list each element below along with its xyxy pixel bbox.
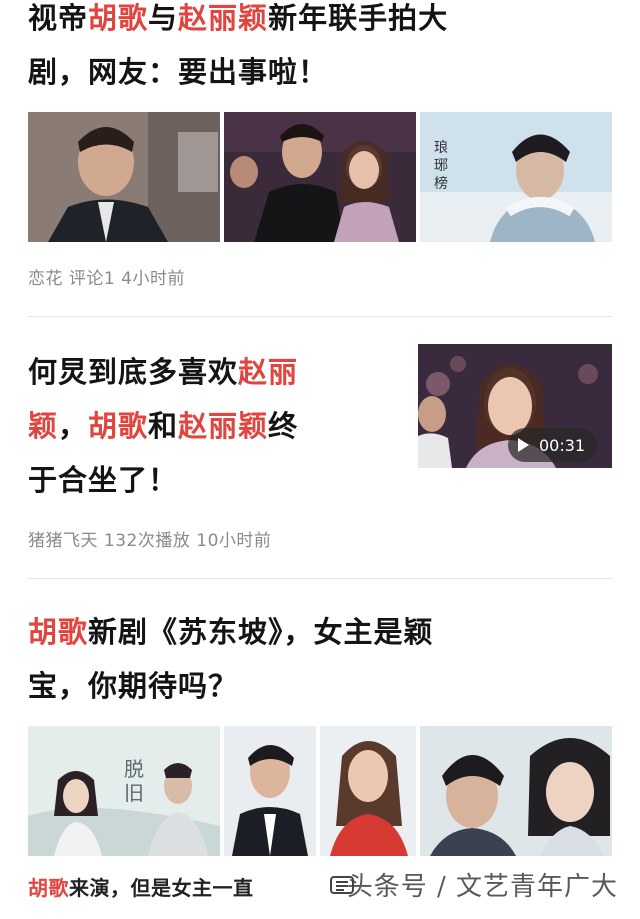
svg-text:旧: 旧 <box>124 781 144 805</box>
title-text: ， <box>58 409 89 443</box>
article-3-snippet: 胡歌来演，但是女主一直 <box>28 872 254 901</box>
article-2-title-line-1[interactable]: 何炅到底多喜欢赵丽 <box>28 344 298 400</box>
article-3-image-1[interactable]: 脱 旧 <box>28 726 220 856</box>
divider <box>28 316 612 317</box>
article-3-title-line-1[interactable]: 胡歌新剧《苏东坡》，女主是颖 <box>28 604 434 660</box>
video-duration: 00:31 <box>539 435 586 455</box>
snippet-text: 来演，但是女主一直 <box>69 876 254 900</box>
svg-text:榜: 榜 <box>434 175 448 192</box>
title-highlight: 赵丽 <box>238 355 299 389</box>
watermark: 头条号 / 文艺青年广大 <box>346 872 618 902</box>
title-highlight: 颖 <box>28 409 59 443</box>
title-highlight: 胡歌 <box>28 615 89 649</box>
title-highlight: 胡歌 <box>88 409 149 443</box>
svg-text:琅: 琅 <box>434 140 448 156</box>
article-3-image-3[interactable] <box>320 726 416 856</box>
article-3-image-4[interactable] <box>420 726 612 856</box>
title-text: 视帝 <box>28 1 89 35</box>
title-text: 和 <box>148 409 179 443</box>
svg-text:脱: 脱 <box>124 757 144 781</box>
article-2-title-line-2[interactable]: 颖，胡歌和赵丽颖终 <box>28 398 298 454</box>
article-2-meta: 猪猪飞天 132次播放 10小时前 <box>28 531 272 551</box>
video-duration-badge: 00:31 <box>508 428 598 462</box>
article-1-image-1[interactable] <box>28 112 220 242</box>
title-highlight: 赵丽颖 <box>178 1 269 35</box>
article-1-title-line-1[interactable]: 视帝胡歌与赵丽颖新年联手拍大 <box>28 0 448 46</box>
article-1-image-2[interactable] <box>224 112 416 242</box>
title-text: 新剧《苏东坡》，女主是颖 <box>88 615 434 649</box>
article-3-title-line-2[interactable]: 宝，你期待吗？ <box>28 658 238 714</box>
title-text: 与 <box>148 1 179 35</box>
title-text: 终 <box>268 409 299 443</box>
snippet-highlight: 胡歌 <box>28 876 69 900</box>
article-1-title-line-2[interactable]: 剧，网友：要出事啦！ <box>28 44 328 100</box>
article-2-title-line-3[interactable]: 于合坐了！ <box>28 452 178 508</box>
title-text: 何炅到底多喜欢 <box>28 355 239 389</box>
divider <box>28 578 612 579</box>
article-3-image-2[interactable] <box>224 726 316 856</box>
title-highlight: 胡歌 <box>88 1 149 35</box>
title-highlight: 赵丽颖 <box>178 409 269 443</box>
title-text: 新年联手拍大 <box>268 1 449 35</box>
svg-text:琊: 琊 <box>434 158 448 174</box>
article-1-meta: 恋花 评论1 4小时前 <box>28 269 185 289</box>
play-icon <box>518 438 529 452</box>
article-2-video-thumbnail[interactable]: 00:31 <box>418 344 612 468</box>
article-1-image-3[interactable]: 琅 琊 榜 <box>420 112 612 242</box>
